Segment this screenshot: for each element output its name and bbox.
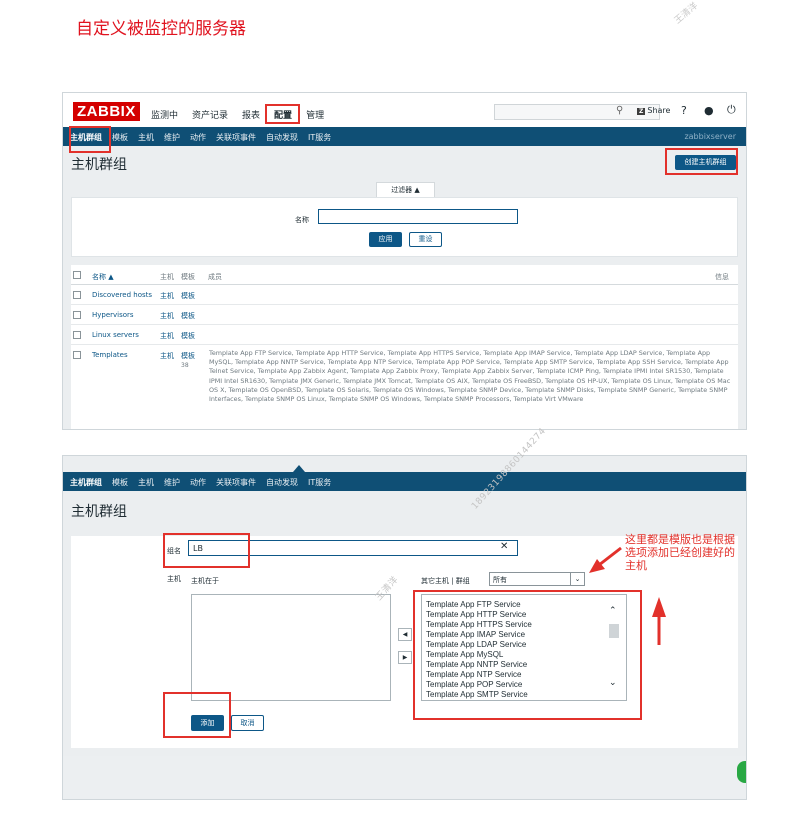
group-name-link[interactable]: Hypervisors xyxy=(92,311,134,319)
hosts-link[interactable]: 主机 xyxy=(160,351,174,361)
user-profile-icon[interactable]: ● xyxy=(704,104,714,117)
highlight-group-name xyxy=(163,533,250,568)
current-user: zabbixserver xyxy=(684,132,736,141)
submenu-templates[interactable]: 模板 xyxy=(112,132,128,143)
hosts-link[interactable]: 主机 xyxy=(160,291,174,301)
group-name-link[interactable]: Discovered hosts xyxy=(92,291,152,299)
global-search-input[interactable] xyxy=(494,104,660,120)
hosts-link[interactable]: 主机 xyxy=(160,311,174,321)
host-groups-table: 名称 ▲ 主机 模板 成员 信息 Discovered hosts 主机 模板 … xyxy=(71,265,738,429)
group-name-link[interactable]: Linux servers xyxy=(92,331,139,339)
submenu-actions[interactable]: 动作 xyxy=(190,132,206,143)
active-menu-pointer xyxy=(293,465,305,472)
submenu-it-services[interactable]: IT服务 xyxy=(308,477,331,488)
submenu-hosts[interactable]: 主机 xyxy=(138,477,154,488)
table-header: 名称 ▲ 主机 模板 成员 信息 xyxy=(71,265,738,285)
chevron-down-icon: ⌄ xyxy=(570,573,584,585)
highlight-create-button xyxy=(665,148,738,175)
move-left-button[interactable]: ◀ xyxy=(398,628,412,641)
reset-button[interactable]: 重设 xyxy=(409,232,442,247)
highlight-config-menu xyxy=(265,104,300,124)
doc-title: 自定义被监控的服务器 xyxy=(76,19,246,39)
annotation-note: 这里都是模版也是根据选项添加已经创建好的主机 xyxy=(625,533,735,572)
row-checkbox[interactable] xyxy=(73,291,81,299)
column-templates: 模板 xyxy=(181,273,195,281)
group-members: Template App FTP Service, Template App H… xyxy=(209,349,731,404)
select-all-checkbox[interactable] xyxy=(73,271,81,279)
page-title: 主机群组 xyxy=(71,504,127,520)
submenu-actions[interactable]: 动作 xyxy=(190,477,206,488)
apply-button[interactable]: 应用 xyxy=(369,232,402,247)
templates-link[interactable]: 模板 38 xyxy=(181,351,203,369)
column-name[interactable]: 名称 ▲ xyxy=(92,272,114,282)
clear-icon[interactable]: ✕ xyxy=(500,541,508,552)
in-group-label: 主机在于 xyxy=(191,577,219,585)
table-row: Templates 主机 模板 38 Template App FTP Serv… xyxy=(71,345,738,429)
filter-panel: 名称 应用 重设 xyxy=(71,197,738,257)
page-title: 主机群组 xyxy=(71,157,127,173)
sub-menu: 主机群组 模板 主机 维护 动作 关联项事件 自动发现 IT服务 xyxy=(63,472,746,491)
help-icon[interactable]: ? xyxy=(681,104,687,117)
hosts-link[interactable]: 主机 xyxy=(160,331,174,341)
zabbix-logo[interactable]: ZABBIX xyxy=(73,102,140,121)
table-row: Discovered hosts 主机 模板 xyxy=(71,285,738,305)
submenu-discovery[interactable]: 自动发现 xyxy=(266,132,298,143)
menu-administration[interactable]: 管理 xyxy=(304,107,326,122)
submenu-maintenance[interactable]: 维护 xyxy=(164,477,180,488)
in-group-listbox[interactable] xyxy=(191,594,391,701)
column-hosts: 主机 xyxy=(160,273,174,281)
arrow-up xyxy=(652,597,666,645)
highlight-add-button xyxy=(163,692,231,738)
table-row: Linux servers 主机 模板 xyxy=(71,325,738,345)
submenu-host-groups[interactable]: 主机群组 xyxy=(70,477,102,488)
arrow-to-list xyxy=(589,546,622,573)
share-icon: Z xyxy=(637,108,646,115)
column-members: 成员 xyxy=(208,273,222,281)
submenu-correlation[interactable]: 关联项事件 xyxy=(216,477,256,488)
share-button[interactable]: Z Share xyxy=(637,106,670,115)
submenu-correlation[interactable]: 关联项事件 xyxy=(216,132,256,143)
cancel-button[interactable]: 取消 xyxy=(231,715,264,731)
hosts-label: 主机 xyxy=(167,575,181,583)
other-hosts-label: 其它主机 | 群组 xyxy=(421,577,470,585)
row-checkbox[interactable] xyxy=(73,331,81,339)
template-count: 38 xyxy=(181,362,189,369)
submenu-maintenance[interactable]: 维护 xyxy=(164,132,180,143)
filter-name-label: 名称 xyxy=(295,216,309,224)
column-info: 信息 xyxy=(715,273,729,281)
watermark-corner: 王清洋 xyxy=(672,1,701,27)
group-filter-select[interactable]: 所有 ⌄ xyxy=(489,572,585,586)
templates-link[interactable]: 模板 xyxy=(181,291,195,301)
host-groups-list-screenshot: ZABBIX 监测中 资产记录 报表 配置 管理 ⚲ Z Share ? ● ⏻ … xyxy=(62,92,747,430)
submenu-templates[interactable]: 模板 xyxy=(112,477,128,488)
submenu-hosts[interactable]: 主机 xyxy=(138,132,154,143)
move-right-button[interactable]: ▶ xyxy=(398,651,412,664)
menu-monitoring[interactable]: 监测中 xyxy=(149,107,180,122)
group-name-link[interactable]: Templates xyxy=(92,351,128,359)
table-row: Hypervisors 主机 模板 xyxy=(71,305,738,325)
floating-widget-icon[interactable] xyxy=(737,761,746,783)
row-checkbox[interactable] xyxy=(73,351,81,359)
filter-name-input[interactable] xyxy=(318,209,518,224)
templates-link[interactable]: 模板 xyxy=(181,331,195,341)
logout-icon[interactable]: ⏻ xyxy=(727,103,736,117)
menu-reports[interactable]: 报表 xyxy=(240,107,262,122)
search-icon[interactable]: ⚲ xyxy=(616,105,623,116)
menu-inventory[interactable]: 资产记录 xyxy=(190,107,230,122)
highlight-host-groups-tab xyxy=(69,126,111,153)
submenu-discovery[interactable]: 自动发现 xyxy=(266,477,298,488)
footer-band xyxy=(63,756,746,799)
templates-link[interactable]: 模板 xyxy=(181,311,195,321)
filter-toggle-tab[interactable]: 过滤器 ▲ xyxy=(376,182,435,198)
submenu-it-services[interactable]: IT服务 xyxy=(308,132,331,143)
top-bar: ZABBIX 监测中 资产记录 报表 配置 管理 ⚲ Z Share ? ● ⏻ xyxy=(63,93,746,127)
row-checkbox[interactable] xyxy=(73,311,81,319)
sub-menu: 主机群组 模板 主机 维护 动作 关联项事件 自动发现 IT服务 zabbixs… xyxy=(63,127,746,146)
